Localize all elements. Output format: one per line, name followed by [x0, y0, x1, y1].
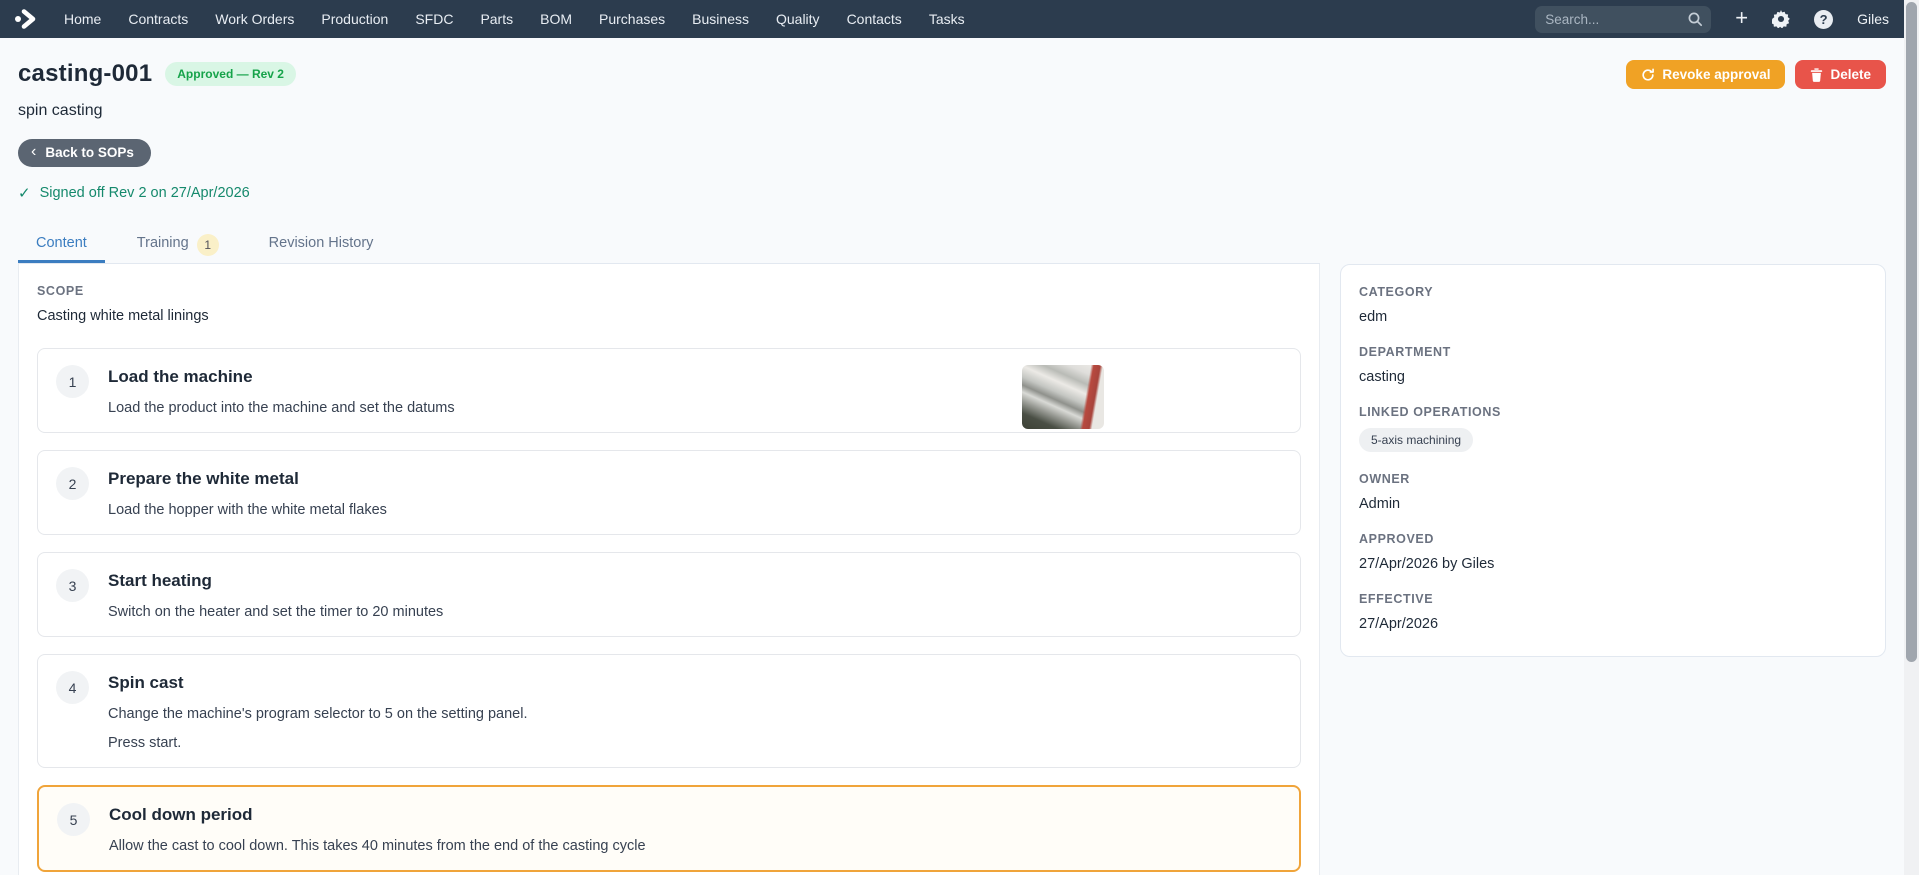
- sidebar-field-label: EFFECTIVE: [1359, 592, 1434, 606]
- delete-button[interactable]: Delete: [1795, 60, 1886, 89]
- back-to-sops-button[interactable]: ‹ Back to SOPs: [18, 139, 151, 167]
- tab-content[interactable]: Content: [18, 231, 105, 263]
- nav-item-production[interactable]: Production: [321, 11, 388, 27]
- revoke-approval-button[interactable]: Revoke approval: [1626, 60, 1786, 89]
- trash-icon: [1810, 67, 1823, 82]
- sidebar-field-department: DEPARTMENT casting: [1359, 345, 1867, 385]
- main-column: Content Training 1 Revision History SCOP…: [18, 231, 1320, 875]
- nav-item-home[interactable]: Home: [64, 11, 101, 27]
- tab-training-label: Training: [136, 235, 189, 251]
- signed-off-row: ✓ Signed off Rev 2 on 27/Apr/2026: [18, 184, 1886, 202]
- tab-training[interactable]: Training 1: [119, 231, 237, 263]
- nav-item-parts[interactable]: Parts: [480, 11, 513, 27]
- delete-label: Delete: [1830, 67, 1871, 82]
- title-row: casting-001 Approved — Rev 2: [18, 60, 296, 88]
- sidebar-field-label: LINKED OPERATIONS: [1359, 405, 1501, 419]
- steps-list: 1 Load the machine Load the product into…: [37, 348, 1301, 872]
- step-card-1[interactable]: 1 Load the machine Load the product into…: [37, 348, 1301, 433]
- page-subtitle: spin casting: [18, 102, 103, 119]
- scope-label: SCOPE: [37, 284, 84, 298]
- add-icon[interactable]: +: [1735, 7, 1748, 29]
- step-card-5[interactable]: 5 Cool down period Allow the cast to coo…: [37, 785, 1301, 872]
- nav-item-sfdc[interactable]: SFDC: [415, 11, 453, 27]
- search-icon[interactable]: [1687, 11, 1703, 27]
- sidebar-field-approved: APPROVED 27/Apr/2026 by Giles: [1359, 532, 1867, 572]
- step-card-3[interactable]: 3 Start heating Switch on the heater and…: [37, 552, 1301, 637]
- nav-item-business[interactable]: Business: [692, 11, 749, 27]
- step-number: 3: [56, 569, 89, 602]
- step-card-2[interactable]: 2 Prepare the white metal Load the hoppe…: [37, 450, 1301, 535]
- nav-item-contacts[interactable]: Contacts: [847, 11, 902, 27]
- revoke-approval-label: Revoke approval: [1662, 67, 1771, 82]
- step-title: Prepare the white metal: [108, 469, 299, 488]
- step-number: 4: [56, 671, 89, 704]
- tab-content-label: Content: [36, 235, 87, 251]
- sidebar-value-effective: 27/Apr/2026: [1359, 616, 1439, 632]
- sidebar-value-linked-operations[interactable]: 5-axis machining: [1359, 428, 1474, 452]
- sidebar-value-approved: 27/Apr/2026 by Giles: [1359, 556, 1495, 572]
- page-body: casting-001 Approved — Rev 2 Revoke appr…: [0, 60, 1919, 875]
- sidebar-field-label: APPROVED: [1359, 532, 1434, 546]
- sidebar-field-label: CATEGORY: [1359, 285, 1434, 299]
- nav-item-bom[interactable]: BOM: [540, 11, 572, 27]
- back-to-sops-label: Back to SOPs: [45, 145, 134, 160]
- machine-photo-thumbnail[interactable]: [1022, 365, 1104, 429]
- scope-value: Casting white metal linings: [37, 308, 209, 324]
- sidebar-value-category: edm: [1359, 309, 1388, 325]
- nav-item-work-orders[interactable]: Work Orders: [215, 11, 294, 27]
- page-scrollbar[interactable]: [1904, 0, 1919, 875]
- step-number: 2: [56, 467, 89, 500]
- top-nav: Home Contracts Work Orders Production SFDC Pa…: [0, 0, 1919, 38]
- step-title: Cool down period: [109, 805, 253, 824]
- nav-menu: Home Contracts Work Orders Production SFDC Pa…: [64, 11, 965, 27]
- step-description: Load the product into the machine and se…: [108, 400, 455, 416]
- details-sidebar: CATEGORY edm DEPARTMENT casting LINKED O…: [1340, 264, 1886, 657]
- step-description: Press start.: [108, 735, 182, 751]
- tab-revision-history-label: Revision History: [268, 235, 374, 251]
- content-panel: SCOPE Casting white metal linings 1 Load…: [18, 264, 1320, 875]
- step-description: Allow the cast to cool down. This takes …: [109, 838, 646, 854]
- sidebar-value-department: casting: [1359, 369, 1405, 385]
- step-card-4[interactable]: 4 Spin cast Change the machine's program…: [37, 654, 1301, 768]
- training-count-badge: 1: [196, 234, 219, 256]
- user-menu[interactable]: Giles: [1857, 11, 1889, 27]
- chevron-left-icon: ‹: [31, 143, 37, 160]
- check-icon: ✓: [18, 185, 31, 202]
- nav-right-cluster: + ? Giles: [1535, 5, 1889, 33]
- sidebar-value-owner: Admin: [1359, 496, 1401, 512]
- step-title: Load the machine: [108, 367, 253, 386]
- sidebar-field-owner: OWNER Admin: [1359, 472, 1867, 512]
- step-number: 5: [57, 803, 90, 836]
- tab-revision-history[interactable]: Revision History: [251, 231, 392, 263]
- step-description: Switch on the heater and set the timer t…: [108, 604, 444, 620]
- sidebar-field-label: OWNER: [1359, 472, 1410, 486]
- page-header: casting-001 Approved — Rev 2 Revoke appr…: [18, 60, 1886, 89]
- page-title: casting-001: [18, 60, 153, 87]
- tab-bar: Content Training 1 Revision History: [18, 231, 1320, 264]
- help-icon[interactable]: ?: [1814, 9, 1834, 29]
- search-box[interactable]: [1535, 5, 1712, 33]
- nav-item-purchases[interactable]: Purchases: [599, 11, 665, 27]
- step-title: Spin cast: [108, 673, 184, 692]
- search-input[interactable]: [1545, 11, 1688, 27]
- sidebar-field-category: CATEGORY edm: [1359, 285, 1867, 325]
- step-number: 1: [56, 365, 89, 398]
- app-logo-icon[interactable]: [12, 8, 38, 30]
- nav-item-quality[interactable]: Quality: [776, 11, 820, 27]
- settings-gear-icon[interactable]: [1772, 10, 1790, 28]
- sidebar-field-linked-operations: LINKED OPERATIONS 5-axis machining: [1359, 405, 1867, 452]
- scrollbar-thumb[interactable]: [1906, 2, 1917, 662]
- step-description: Load the hopper with the white metal fla…: [108, 502, 387, 518]
- nav-item-tasks[interactable]: Tasks: [929, 11, 965, 27]
- refresh-icon: [1641, 67, 1655, 82]
- step-title: Start heating: [108, 571, 212, 590]
- sidebar-field-effective: EFFECTIVE 27/Apr/2026: [1359, 592, 1867, 632]
- status-badge: Approved — Rev 2: [165, 62, 296, 86]
- sidebar-field-label: DEPARTMENT: [1359, 345, 1451, 359]
- step-description: Change the machine's program selector to…: [108, 706, 528, 722]
- signed-off-text: Signed off Rev 2 on 27/Apr/2026: [39, 185, 250, 201]
- nav-item-contracts[interactable]: Contracts: [128, 11, 188, 27]
- header-actions: Revoke approval Delete: [1626, 60, 1886, 89]
